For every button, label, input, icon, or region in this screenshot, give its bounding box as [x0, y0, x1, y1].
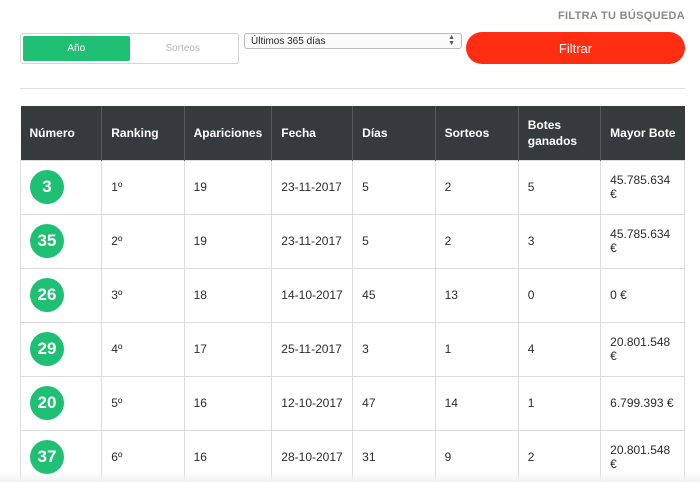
table-cell: 5 [352, 213, 436, 269]
table-row: 3 1º 19 23-11-2017 5 2 5 45.785.634 € [19, 159, 685, 215]
table-cell: 47 [352, 375, 436, 431]
table-cell: 19 [183, 213, 273, 269]
table-cell: 1 [434, 321, 519, 377]
number-cell: 35 [19, 213, 103, 269]
col-header-apariciones[interactable]: Apariciones [184, 106, 273, 160]
table-cell: 45 [352, 267, 436, 323]
table-row: 20 5º 16 12-10-2017 47 14 1 6.799.393 € [19, 375, 685, 431]
number-ball: 3 [30, 170, 64, 204]
table-cell: 3 [517, 213, 602, 269]
divider [20, 88, 685, 89]
table-cell: 0 € [600, 267, 685, 323]
number-cell: 3 [19, 159, 103, 215]
table-header-row: Número Ranking Apariciones Fecha Días So… [20, 106, 685, 160]
period-select-value: Últimos 365 días [251, 35, 326, 47]
number-ball: 20 [30, 386, 64, 420]
table-row: 35 2º 19 23-11-2017 5 2 3 45.785.634 € [19, 213, 685, 269]
number-cell: 20 [19, 375, 103, 431]
table-cell: 1º [101, 159, 185, 215]
toggle-option-draws[interactable]: Sorteos [130, 36, 237, 61]
col-header-mayor-bote[interactable]: Mayor Bote [600, 106, 685, 160]
table-cell: 23-11-2017 [271, 159, 354, 215]
bottom-fade [0, 472, 700, 482]
period-type-toggle[interactable]: Año Sorteos [20, 33, 239, 64]
select-arrows-icon: ▲ ▼ [448, 34, 455, 47]
col-header-ranking[interactable]: Ranking [101, 106, 185, 160]
table-cell: 0 [517, 267, 602, 323]
number-ball: 35 [30, 224, 64, 258]
table-cell: 5 [517, 159, 602, 215]
table-cell: 13 [434, 267, 519, 323]
col-header-sorteos[interactable]: Sorteos [435, 106, 519, 160]
table-cell: 3 [352, 321, 436, 377]
filter-heading: FILTRA TU BÚSQUEDA [557, 10, 685, 22]
table-row: 26 3º 18 14-10-2017 45 13 0 0 € [19, 267, 685, 323]
table-cell: 3º [101, 267, 185, 323]
filter-button[interactable]: Filtrar [466, 32, 685, 64]
results-table: Número Ranking Apariciones Fecha Días So… [19, 106, 685, 482]
table-cell: 23-11-2017 [271, 213, 354, 269]
number-ball: 26 [30, 278, 64, 312]
table-cell: 19 [183, 159, 273, 215]
table-cell: 45.785.634 € [600, 213, 685, 269]
col-header-fecha[interactable]: Fecha [271, 106, 354, 160]
table-row: 29 4º 17 25-11-2017 3 1 4 20.801.548 € [19, 321, 685, 377]
number-ball: 29 [30, 332, 64, 366]
col-header-botes-ganados[interactable]: Botes ganados [518, 106, 602, 160]
col-header-dias[interactable]: Días [352, 106, 436, 160]
table-cell: 12-10-2017 [271, 375, 354, 431]
table-cell: 5º [101, 375, 185, 431]
number-cell: 29 [19, 321, 103, 377]
table-cell: 2 [434, 213, 519, 269]
table-cell: 4º [101, 321, 185, 377]
number-cell: 26 [19, 267, 103, 323]
table-cell: 16 [183, 375, 273, 431]
table-cell: 25-11-2017 [271, 321, 354, 377]
period-select[interactable]: Últimos 365 días ▲ ▼ [244, 33, 462, 49]
table-cell: 5 [352, 159, 436, 215]
table-cell: 18 [183, 267, 273, 323]
table-cell: 1 [517, 375, 602, 431]
table-cell: 45.785.634 € [600, 159, 685, 215]
toggle-option-year[interactable]: Año [23, 36, 130, 61]
table-cell: 4 [517, 321, 602, 377]
number-ball: 37 [30, 440, 64, 474]
table-cell: 2º [101, 213, 185, 269]
table-cell: 20.801.548 € [600, 321, 685, 377]
table-cell: 17 [183, 321, 273, 377]
table-cell: 6.799.393 € [600, 375, 685, 431]
table-cell: 2 [434, 159, 519, 215]
table-cell: 14 [434, 375, 519, 431]
col-header-numero[interactable]: Número [20, 106, 103, 160]
table-cell: 14-10-2017 [271, 267, 354, 323]
